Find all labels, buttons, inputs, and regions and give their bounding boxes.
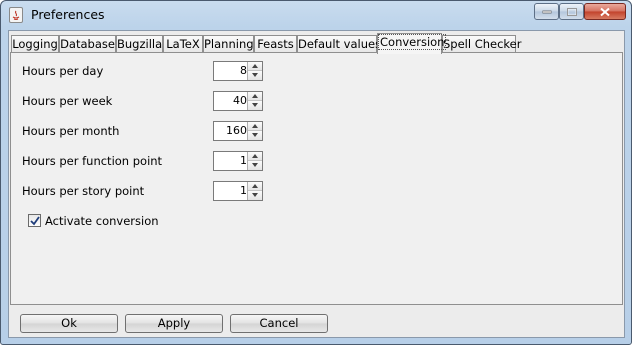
ok-button[interactable]: Ok bbox=[20, 314, 118, 333]
spinner-arrows bbox=[247, 62, 262, 80]
hours-per-function-point-spinner[interactable]: 1 bbox=[213, 151, 263, 171]
hours-per-month-label: Hours per month bbox=[22, 124, 120, 138]
hours-per-day-label: Hours per day bbox=[22, 64, 104, 78]
hours-per-month-value[interactable]: 160 bbox=[226, 124, 247, 137]
hours-per-day-value[interactable]: 8 bbox=[240, 64, 247, 77]
hours-per-function-point-value[interactable]: 1 bbox=[240, 154, 247, 167]
tab-bugzilla[interactable]: Bugzilla bbox=[116, 35, 163, 53]
spinner-down-button[interactable] bbox=[248, 131, 262, 140]
spinner-down-button[interactable] bbox=[248, 161, 262, 170]
close-icon bbox=[600, 7, 610, 16]
cancel-button[interactable]: Cancel bbox=[230, 314, 328, 333]
java-app-icon bbox=[9, 7, 23, 23]
spinner-down-button[interactable] bbox=[248, 191, 262, 200]
close-button[interactable] bbox=[584, 3, 626, 20]
tab-conversion-label: Conversion bbox=[378, 34, 447, 50]
window-title: Preferences bbox=[31, 7, 105, 22]
arrow-up-icon bbox=[252, 94, 258, 98]
arrow-down-icon bbox=[252, 193, 258, 197]
checkmark-icon bbox=[30, 216, 40, 226]
spinner-arrows bbox=[247, 92, 262, 110]
activate-conversion-checkbox[interactable] bbox=[28, 214, 41, 227]
spinner-up-button[interactable] bbox=[248, 122, 262, 131]
spinner-up-button[interactable] bbox=[248, 152, 262, 161]
hours-per-story-point-spinner[interactable]: 1 bbox=[213, 181, 263, 201]
spinner-down-button[interactable] bbox=[248, 101, 262, 110]
hours-per-week-spinner[interactable]: 40 bbox=[213, 91, 263, 111]
spinner-arrows bbox=[247, 122, 262, 140]
spinner-up-button[interactable] bbox=[248, 92, 262, 101]
spinner-up-button[interactable] bbox=[248, 62, 262, 71]
dialog-content: Logging Database Bugzilla LaTeX Planning… bbox=[8, 30, 625, 338]
activate-conversion-label[interactable]: Activate conversion bbox=[45, 214, 159, 228]
minimize-icon bbox=[542, 10, 551, 13]
spinner-arrows bbox=[247, 152, 262, 170]
maximize-icon bbox=[566, 7, 577, 16]
preferences-window: Preferences Logging Database Bugzilla La… bbox=[0, 0, 632, 345]
arrow-down-icon bbox=[252, 103, 258, 107]
hours-per-story-point-value[interactable]: 1 bbox=[240, 184, 247, 197]
arrow-up-icon bbox=[252, 184, 258, 188]
arrow-up-icon bbox=[252, 124, 258, 128]
hours-per-day-spinner[interactable]: 8 bbox=[213, 61, 263, 81]
arrow-down-icon bbox=[252, 133, 258, 137]
tab-database[interactable]: Database bbox=[59, 35, 116, 53]
arrow-down-icon bbox=[252, 163, 258, 167]
conversion-panel: Hours per day 8 Hours per week 40 Hours … bbox=[10, 52, 623, 305]
hours-per-function-point-label: Hours per function point bbox=[22, 154, 163, 168]
tab-feasts[interactable]: Feasts bbox=[254, 35, 297, 53]
title-bar[interactable]: Preferences bbox=[1, 1, 631, 30]
tab-planning[interactable]: Planning bbox=[203, 35, 254, 53]
minimize-button[interactable] bbox=[534, 3, 559, 20]
tab-logging[interactable]: Logging bbox=[11, 35, 59, 53]
arrow-up-icon bbox=[252, 154, 258, 158]
hours-per-week-value[interactable]: 40 bbox=[233, 94, 247, 107]
arrow-up-icon bbox=[252, 64, 258, 68]
spinner-arrows bbox=[247, 182, 262, 200]
tab-conversion[interactable]: Conversion bbox=[377, 33, 447, 54]
hours-per-month-spinner[interactable]: 160 bbox=[213, 121, 263, 141]
spinner-up-button[interactable] bbox=[248, 182, 262, 191]
hours-per-story-point-label: Hours per story point bbox=[22, 184, 145, 198]
apply-button[interactable]: Apply bbox=[125, 314, 223, 333]
hours-per-week-label: Hours per week bbox=[22, 94, 113, 108]
tab-spell-checker[interactable]: Spell Checker bbox=[442, 35, 522, 53]
maximize-button[interactable] bbox=[559, 3, 584, 20]
tab-latex[interactable]: LaTeX bbox=[163, 35, 203, 53]
arrow-down-icon bbox=[252, 73, 258, 77]
spinner-down-button[interactable] bbox=[248, 71, 262, 80]
tab-default-values[interactable]: Default values bbox=[297, 35, 381, 53]
